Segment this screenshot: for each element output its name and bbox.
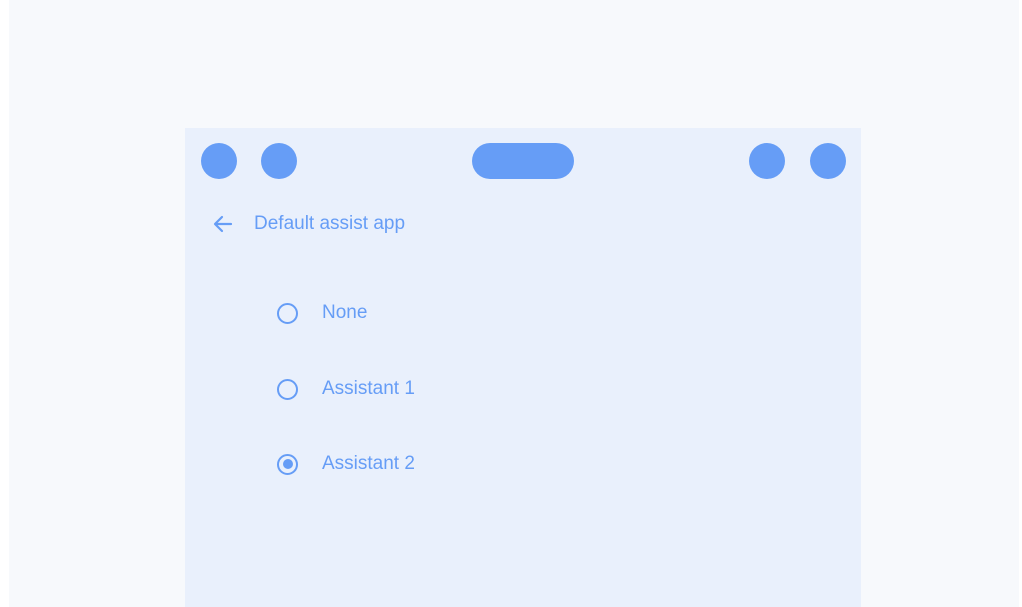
device-screen: Default assist app None Assistant 1 Assi… [185,128,861,607]
radio-button-selected[interactable] [277,453,298,475]
status-icon-placeholder-3 [749,143,785,179]
radio-button[interactable] [277,378,298,400]
radio-button[interactable] [277,302,298,324]
option-label: Assistant 2 [322,453,415,474]
status-clock-placeholder [472,143,574,179]
page-title: Default assist app [254,213,406,234]
option-label: None [322,302,368,323]
back-button[interactable] [211,212,235,236]
arrow-left-icon [213,215,233,233]
status-icon-placeholder-2 [261,143,297,179]
page-background: Default assist app None Assistant 1 Assi… [9,0,1019,607]
option-assistant-1[interactable]: Assistant 1 [273,369,673,409]
option-none[interactable]: None [273,293,673,333]
option-label: Assistant 1 [322,378,415,399]
status-icon-placeholder-4 [810,143,846,179]
option-assistant-2[interactable]: Assistant 2 [273,444,673,484]
status-icon-placeholder-1 [201,143,237,179]
